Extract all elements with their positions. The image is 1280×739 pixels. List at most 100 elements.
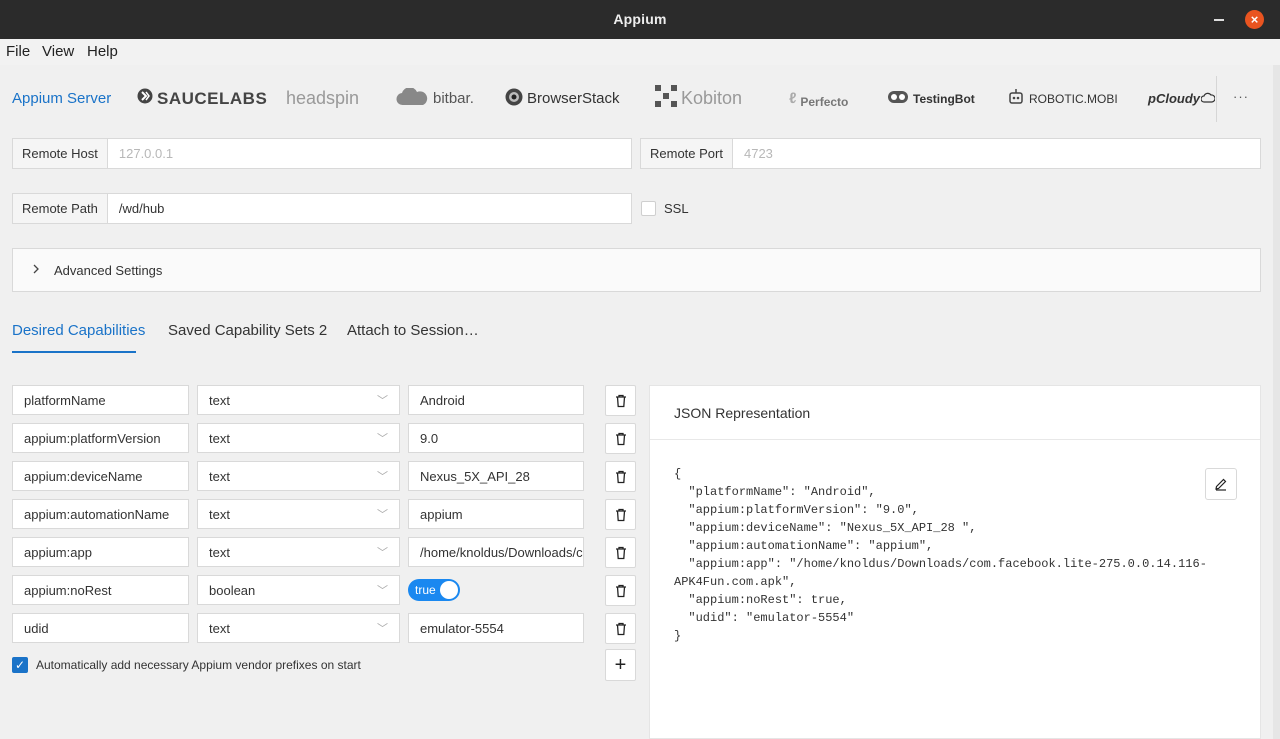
cap-type-select[interactable]: boolean ﹀ bbox=[197, 575, 400, 605]
cap-type-select[interactable]: text ﹀ bbox=[197, 537, 400, 567]
tab-appium-server[interactable]: Appium Server bbox=[12, 75, 111, 122]
chevron-right-icon bbox=[32, 263, 42, 277]
trash-icon bbox=[615, 470, 626, 483]
close-icon[interactable]: × bbox=[1245, 10, 1264, 29]
json-representation-panel: JSON Representation { "platformName": "A… bbox=[649, 385, 1261, 739]
saucelabs-logo-icon bbox=[137, 88, 153, 109]
delete-capability-button[interactable] bbox=[605, 423, 636, 454]
perfecto-logo-icon: ℓ bbox=[789, 90, 797, 107]
json-panel-title: JSON Representation bbox=[650, 386, 1260, 440]
provider-divider bbox=[1216, 76, 1217, 122]
cap-name-input[interactable]: platformName bbox=[12, 385, 189, 415]
chevron-down-icon: ﹀ bbox=[377, 547, 388, 559]
cap-name-input[interactable]: appium:platformVersion bbox=[12, 423, 189, 453]
auto-prefix-label: Automatically add necessary Appium vendo… bbox=[36, 658, 361, 672]
auto-prefix-checkbox[interactable]: ✓ bbox=[12, 657, 28, 673]
trash-icon bbox=[615, 546, 626, 559]
trash-icon bbox=[615, 394, 626, 407]
cap-value-input[interactable]: 9.0 bbox=[408, 423, 584, 453]
tab-saved-capability-sets[interactable]: Saved Capability Sets 2 bbox=[168, 322, 327, 339]
remote-path-group: Remote Path bbox=[12, 193, 632, 224]
cap-value-input[interactable]: appium bbox=[408, 499, 584, 529]
delete-capability-button[interactable] bbox=[605, 461, 636, 492]
menu-help[interactable]: Help bbox=[87, 43, 118, 60]
cap-value-input[interactable]: Nexus_5X_API_28 bbox=[408, 461, 584, 491]
remote-path-label: Remote Path bbox=[13, 194, 108, 223]
chevron-down-icon: ﹀ bbox=[377, 395, 388, 407]
cap-type-select[interactable]: text ﹀ bbox=[197, 385, 400, 415]
advanced-settings-label: Advanced Settings bbox=[54, 262, 163, 278]
add-capability-button[interactable]: + bbox=[605, 649, 636, 681]
tab-browserstack[interactable]: BrowserStack bbox=[505, 75, 620, 122]
tab-perfecto[interactable]: ℓ Perfecto bbox=[789, 75, 848, 122]
cap-type-select[interactable]: text ﹀ bbox=[197, 423, 400, 453]
window-titlebar: Appium × bbox=[0, 0, 1280, 39]
cap-value-input[interactable]: Android bbox=[408, 385, 584, 415]
cap-type-select[interactable]: text ﹀ bbox=[197, 461, 400, 491]
trash-icon bbox=[615, 432, 626, 445]
browserstack-logo-icon bbox=[505, 88, 523, 110]
delete-capability-button[interactable] bbox=[605, 537, 636, 568]
tab-robotic-mobi[interactable]: ROBOTIC.MOBI bbox=[1007, 75, 1118, 122]
chevron-down-icon: ﹀ bbox=[377, 471, 388, 483]
chevron-down-icon: ﹀ bbox=[377, 433, 388, 445]
delete-capability-button[interactable] bbox=[605, 499, 636, 530]
remote-host-input[interactable] bbox=[107, 139, 631, 168]
remote-port-input[interactable] bbox=[732, 139, 1260, 168]
delete-capability-button[interactable] bbox=[605, 575, 636, 606]
cloud-icon bbox=[395, 86, 429, 110]
provider-tabs: Appium Server SAUCELABS headspin bitbar.… bbox=[0, 75, 1217, 122]
ssl-checkbox[interactable] bbox=[641, 201, 656, 216]
more-providers-button[interactable]: ··· bbox=[1233, 89, 1249, 104]
cloud-outline-icon bbox=[1200, 91, 1216, 106]
tab-kobiton[interactable]: Kobiton bbox=[655, 75, 742, 122]
cap-name-input[interactable]: appium:noRest bbox=[12, 575, 189, 605]
window-title: Appium bbox=[613, 11, 667, 27]
remote-port-group: Remote Port bbox=[640, 138, 1261, 169]
remote-host-label: Remote Host bbox=[13, 139, 108, 168]
ssl-option: SSL bbox=[641, 201, 689, 216]
menu-bar: File View Help bbox=[0, 39, 1280, 65]
edit-json-button[interactable] bbox=[1205, 468, 1237, 500]
cap-type-select[interactable]: text ﹀ bbox=[197, 613, 400, 643]
auto-prefix-option: ✓ Automatically add necessary Appium ven… bbox=[12, 657, 361, 673]
delete-capability-button[interactable] bbox=[605, 385, 636, 416]
tab-pcloudy[interactable]: pCloudy bbox=[1148, 75, 1219, 122]
active-tab-indicator bbox=[12, 351, 136, 353]
delete-capability-button[interactable] bbox=[605, 613, 636, 644]
tab-bitbar[interactable]: bitbar. bbox=[395, 75, 474, 122]
cap-name-input[interactable]: appium:automationName bbox=[12, 499, 189, 529]
menu-file[interactable]: File bbox=[6, 43, 30, 60]
testingbot-logo-icon bbox=[887, 90, 909, 107]
trash-icon bbox=[615, 584, 626, 597]
minimize-icon[interactable] bbox=[1214, 19, 1224, 21]
cap-name-input[interactable]: udid bbox=[12, 613, 189, 643]
tab-saucelabs[interactable]: SAUCELABS bbox=[137, 75, 267, 122]
tab-attach-to-session[interactable]: Attach to Session… bbox=[347, 322, 479, 339]
ssl-label: SSL bbox=[664, 201, 689, 216]
pencil-icon bbox=[1215, 478, 1227, 491]
trash-icon bbox=[615, 508, 626, 521]
cap-boolean-toggle[interactable]: true bbox=[408, 579, 460, 601]
chevron-down-icon: ﹀ bbox=[377, 585, 388, 597]
remote-host-group: Remote Host bbox=[12, 138, 632, 169]
cap-value-input[interactable]: emulator-5554 bbox=[408, 613, 584, 643]
tab-headspin[interactable]: headspin bbox=[286, 75, 359, 122]
advanced-settings-toggle[interactable]: Advanced Settings bbox=[12, 248, 1261, 292]
menu-view[interactable]: View bbox=[42, 43, 74, 60]
cap-value-input[interactable]: /home/knoldus/Downloads/com.facebook.lit… bbox=[408, 537, 584, 567]
scrollbar[interactable] bbox=[1273, 65, 1280, 739]
cap-name-input[interactable]: appium:deviceName bbox=[12, 461, 189, 491]
cap-type-select[interactable]: text ﹀ bbox=[197, 499, 400, 529]
chevron-down-icon: ﹀ bbox=[377, 509, 388, 521]
trash-icon bbox=[615, 622, 626, 635]
chevron-down-icon: ﹀ bbox=[377, 623, 388, 635]
tab-desired-capabilities[interactable]: Desired Capabilities bbox=[12, 322, 145, 339]
kobiton-logo-icon bbox=[655, 85, 677, 112]
toggle-knob bbox=[440, 581, 458, 599]
remote-path-input[interactable] bbox=[107, 194, 631, 223]
tab-testingbot[interactable]: TestingBot bbox=[887, 75, 975, 122]
checkmark-icon: ✓ bbox=[14, 658, 26, 672]
json-code: { "platformName": "Android", "appium:pla… bbox=[674, 467, 1207, 643]
cap-name-input[interactable]: appium:app bbox=[12, 537, 189, 567]
